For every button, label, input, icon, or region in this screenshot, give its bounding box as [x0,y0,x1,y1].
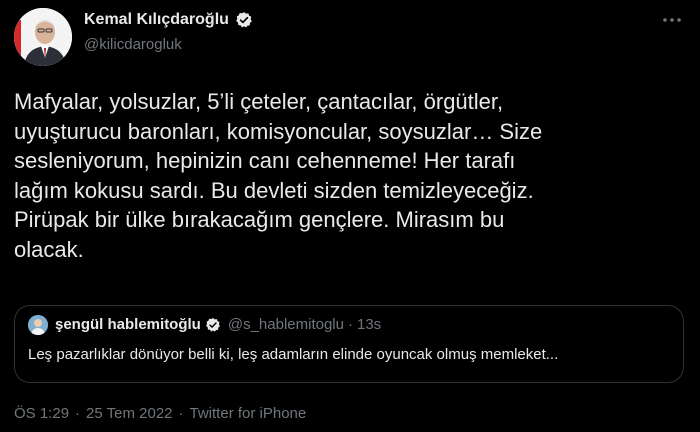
quoted-tweet[interactable]: şengül hablemitoğlu @s_hablemitoglu · 13… [14,305,684,383]
verified-badge-icon [235,11,253,29]
quote-header: şengül hablemitoğlu @s_hablemitoglu · 13… [55,316,381,333]
tweet-date[interactable]: 25 Tem 2022 [86,405,172,422]
author-handle[interactable]: @kilicdarogluk [84,36,182,53]
author-avatar-image [14,8,72,66]
tweet-text: Mafyalar, yolsuzlar, 5’li çeteler, çanta… [14,89,543,262]
author-name[interactable]: Kemal Kılıçdaroğlu [84,11,229,29]
author-name-row: Kemal Kılıçdaroğlu [84,11,253,29]
author-avatar[interactable] [14,8,72,66]
tweet-meta: ÖS 1:29 · 25 Tem 2022 · Twitter for iPho… [14,405,306,422]
quote-text: Leş pazarlıklar dönüyor belli ki, leş ad… [28,346,559,363]
quote-time: 13s [356,316,382,333]
tweet-time[interactable]: ÖS 1:29 [14,405,69,422]
more-dots-icon[interactable] [658,10,686,32]
quote-author-name: şengül hablemitoğlu [55,316,201,333]
separator-dot: · [75,405,81,422]
separator-dot: · [347,316,353,333]
quote-author-avatar [28,315,48,335]
verified-badge-icon [205,317,221,333]
separator-dot: · [178,405,184,422]
quote-author-handle: @s_hablemitoglu [227,316,344,333]
tweet-source[interactable]: Twitter for iPhone [190,405,307,422]
